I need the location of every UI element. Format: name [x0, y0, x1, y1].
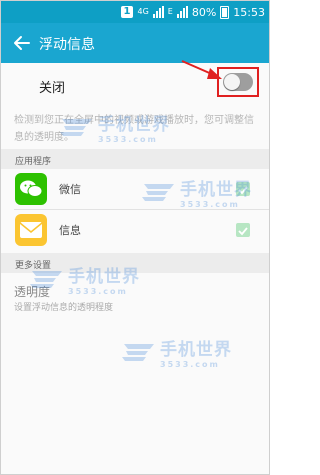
checkbox-message[interactable]	[236, 223, 250, 237]
watermark-logo-icon	[30, 271, 62, 288]
watermark: 手机世界 3533.com	[120, 335, 232, 369]
watermark-number: 3533.com	[98, 135, 158, 144]
page-title: 浮动信息	[39, 37, 95, 53]
wechat-icon	[15, 173, 47, 205]
red-arrow-annotation	[181, 60, 222, 79]
toggle-label: 关闭	[39, 81, 66, 96]
watermark-text: 手机世界	[180, 180, 252, 200]
watermark-number: 3533.com	[68, 287, 128, 296]
watermark: 手机世界 3533.com	[140, 175, 252, 209]
watermark-number: 3533.com	[160, 360, 220, 369]
battery-icon	[220, 5, 230, 19]
network-alt-type: E	[167, 7, 173, 16]
watermark-logo-icon	[122, 344, 154, 361]
network-type: 4G	[137, 7, 149, 16]
opacity-subtitle: 设置浮动信息的透明程度	[14, 303, 114, 313]
title-bar: 浮动信息	[1, 23, 269, 63]
back-arrow-icon[interactable]	[11, 32, 33, 54]
app-row-message[interactable]: 信息	[1, 211, 269, 249]
sim-slot-badge: 1	[120, 6, 134, 18]
watermark-text: 手机世界	[98, 115, 170, 135]
divider	[14, 209, 269, 210]
clock: 15:53	[233, 5, 265, 19]
watermark-logo-icon	[142, 184, 174, 201]
signal-icon	[152, 6, 164, 18]
message-icon	[15, 214, 47, 246]
section-header-apps: 应用程序	[1, 149, 269, 169]
status-bar: 1 4G E 80% 15:53	[1, 1, 269, 23]
battery-percent: 80%	[191, 5, 217, 19]
watermark-text: 手机世界	[68, 267, 140, 287]
app-label-message: 信息	[59, 224, 81, 237]
watermark-number: 3533.com	[180, 200, 240, 209]
watermark-text: 手机世界	[160, 340, 232, 360]
watermark: 手机世界 3533.com	[28, 262, 140, 296]
watermark: 手机世界 3533.com	[58, 110, 170, 144]
watermark-logo-icon	[60, 119, 92, 136]
signal-icon-2	[176, 6, 188, 18]
app-label-wechat: 微信	[59, 183, 81, 196]
